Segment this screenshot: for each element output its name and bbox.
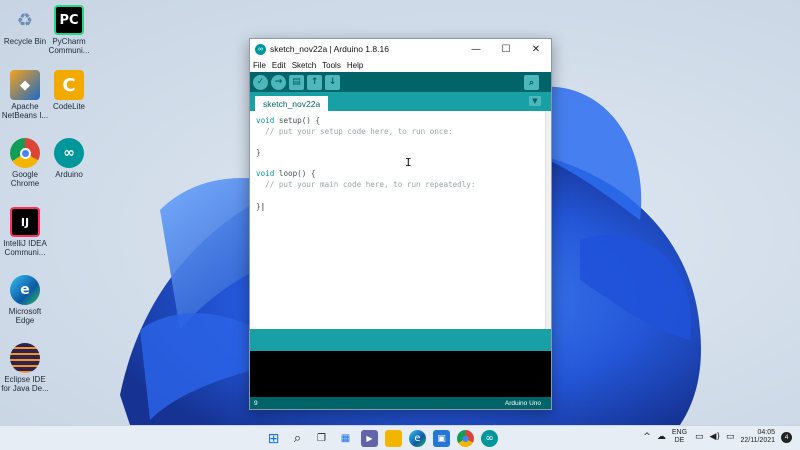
arduino-app-icon: ∞: [255, 43, 266, 55]
chrome-icon[interactable]: ●: [457, 430, 474, 447]
desktop-icon-eclipse[interactable]: Eclipse IDE for Java De...: [0, 343, 50, 393]
arduino-icon[interactable]: ∞: [481, 430, 498, 447]
search-icon[interactable]: ⌕: [289, 430, 306, 447]
codelite-icon: C: [54, 70, 84, 100]
editor-scrollbar[interactable]: [545, 111, 551, 329]
menu-edit[interactable]: Edit: [272, 61, 286, 70]
maximize-button[interactable]: ☐: [491, 39, 521, 59]
desktop-icon-codelite[interactable]: C CodeLite: [44, 70, 94, 111]
code-line: // put your setup code here, to run once…: [256, 126, 453, 136]
chat-icon[interactable]: ▶: [361, 430, 378, 447]
close-button[interactable]: ✕: [521, 39, 551, 59]
arduino-window: ∞ sketch_nov22a | Arduino 1.8.16 — ☐ ✕ F…: [249, 38, 552, 410]
system-tray: ^ ☁ ENG DE ▭ ◀) ▭ 04:05 22/11/2021 4: [643, 429, 792, 445]
clock[interactable]: 04:05 22/11/2021: [740, 429, 775, 445]
menu-sketch[interactable]: Sketch: [292, 61, 316, 70]
clock-date: 22/11/2021: [740, 437, 775, 444]
desktop-icon-arduino[interactable]: ∞ Arduino: [44, 138, 94, 179]
battery-icon[interactable]: ▭: [726, 432, 735, 442]
code-line: // put your main code here, to run repea…: [256, 180, 476, 190]
code-line: }|: [256, 201, 266, 211]
netbeans-icon: ◆: [10, 70, 40, 100]
arduino-icon: ∞: [54, 138, 84, 168]
widgets-icon[interactable]: ▦: [337, 430, 354, 447]
tab-sketch[interactable]: sketch_nov22a: [255, 96, 329, 111]
task-view-icon[interactable]: ❐: [313, 430, 330, 447]
status-board: Arduino Uno: [504, 399, 541, 407]
desktop-icon-netbeans[interactable]: ◆ Apache NetBeans I...: [0, 70, 50, 120]
edge-icon: e: [10, 275, 40, 305]
message-bar: [250, 329, 551, 351]
edge-icon[interactable]: e: [409, 430, 426, 447]
mouse-text-cursor-icon: I: [405, 156, 412, 169]
desktop-icon-edge[interactable]: e Microsoft Edge: [0, 275, 50, 325]
eclipse-icon: [10, 343, 40, 373]
tab-strip: sketch_nov22a ▼: [250, 92, 551, 111]
code-line: }: [256, 148, 261, 158]
menu-help[interactable]: Help: [347, 61, 363, 70]
status-line-number: 9: [254, 399, 258, 407]
language-indicator[interactable]: ENG DE: [672, 429, 687, 445]
recycle-bin-icon: ♻: [16, 9, 34, 31]
status-bar: 9 Arduino Uno: [250, 397, 551, 409]
network-icon[interactable]: ▭: [695, 432, 704, 442]
code-line: void loop() {: [256, 169, 316, 179]
tray-chevron-icon[interactable]: ^: [643, 432, 651, 442]
new-button[interactable]: ▤: [289, 74, 304, 90]
toolbar: ✓ → ▤ ↑ ↓ ⌕: [250, 72, 551, 92]
pycharm-icon: PC: [54, 5, 84, 35]
upload-button[interactable]: →: [271, 74, 286, 90]
code-line: void setup() {: [256, 116, 321, 125]
tab-menu-dropdown-icon[interactable]: ▼: [529, 96, 541, 106]
notification-badge[interactable]: 4: [781, 431, 792, 443]
serial-monitor-button[interactable]: ⌕: [524, 75, 539, 90]
desktop-icon-chrome[interactable]: Google Chrome: [0, 138, 50, 188]
desktop-icon-intellij[interactable]: IJ IntelliJ IDEA Communi...: [0, 207, 50, 257]
verify-button[interactable]: ✓: [253, 74, 268, 90]
volume-icon[interactable]: ◀): [710, 432, 720, 442]
desktop-icon-pycharm[interactable]: PC PyCharm Communi...: [44, 5, 94, 55]
title-bar[interactable]: ∞ sketch_nov22a | Arduino 1.8.16 — ☐ ✕: [250, 39, 551, 59]
intellij-icon: IJ: [10, 207, 40, 237]
taskbar-apps: ⊞ ⌕ ❐ ▦ ▶ ▬ e ▣ ● ∞: [265, 430, 505, 447]
store-icon[interactable]: ▣: [433, 430, 450, 447]
console-output[interactable]: [250, 351, 551, 397]
menu-file[interactable]: File: [253, 61, 266, 70]
menu-tools[interactable]: Tools: [322, 61, 341, 70]
onedrive-cloud-icon[interactable]: ☁: [657, 432, 666, 442]
clock-time: 04:05: [757, 429, 775, 436]
save-button[interactable]: ↓: [325, 74, 340, 90]
minimize-button[interactable]: —: [461, 39, 491, 59]
window-title: sketch_nov22a | Arduino 1.8.16: [270, 44, 389, 54]
open-button[interactable]: ↑: [307, 74, 322, 90]
start-icon[interactable]: ⊞: [265, 430, 282, 447]
code-editor[interactable]: void setup() { // put your setup code he…: [250, 111, 551, 329]
chrome-icon: [10, 138, 40, 168]
menu-bar: File Edit Sketch Tools Help: [250, 59, 551, 72]
taskbar: ⊞ ⌕ ❐ ▦ ▶ ▬ e ▣ ● ∞ ^ ☁ ENG DE ▭ ◀) ▭ 04…: [0, 425, 800, 450]
file-explorer-icon[interactable]: ▬: [385, 430, 402, 447]
